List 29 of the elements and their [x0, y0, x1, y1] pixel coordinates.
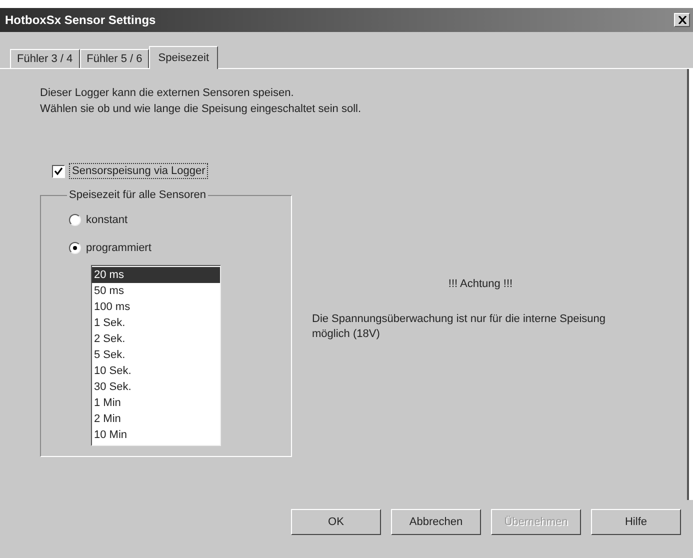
list-item[interactable]: 30 Sek.: [92, 379, 220, 395]
warning-text: Die Spannungsüberwachung ist nur für die interne Speisung möglich (18V): [312, 312, 607, 342]
window-title: HotboxSx Sensor Settings: [5, 13, 156, 27]
list-item[interactable]: 20 ms: [92, 267, 220, 283]
list-item[interactable]: 50 ms: [92, 283, 220, 299]
radio-option[interactable]: programmiert: [69, 237, 291, 259]
group-title: Speisezeit für alle Sensoren: [68, 189, 207, 201]
close-icon: [678, 16, 686, 24]
checkbox[interactable]: [52, 164, 65, 178]
list-item[interactable]: 2 Min: [92, 411, 220, 427]
warning-heading: !!! Achtung !!!: [447, 278, 514, 290]
list-item[interactable]: 10 Min: [92, 427, 220, 443]
dialog-button[interactable]: OK: [291, 509, 381, 535]
intro-text: Dieser Logger kann die externen Sensoren speisen.: [40, 86, 295, 101]
list-item[interactable]: 2 Sek.: [92, 331, 220, 347]
list-item[interactable]: 1 Sek.: [92, 315, 220, 331]
list-item[interactable]: 5 Sek.: [92, 347, 220, 363]
radio-button[interactable]: [69, 242, 81, 254]
list-box[interactable]: 20 ms 50 ms 100 ms 1 Sek. 2 Sek. 5 Sek. 10 Sek. 30 Sek. 1 Min 2 Min 10 Min: [91, 265, 221, 446]
list-item[interactable]: 1 Min: [92, 395, 220, 411]
tab[interactable]: Speisezeit: [149, 46, 218, 69]
close-button[interactable]: [674, 13, 690, 27]
radio-option[interactable]: konstant: [69, 209, 291, 231]
radio-button[interactable]: [69, 214, 81, 226]
list-item[interactable]: 100 ms: [92, 299, 220, 315]
intro-text: Wählen sie ob und wie lange die Speisung eingeschaltet sein soll.: [40, 102, 362, 117]
dialog-button[interactable]: Abbrechen: [391, 509, 481, 535]
list-item[interactable]: 10 Sek.: [92, 363, 220, 379]
dialog-button[interactable]: Hilfe: [591, 509, 681, 535]
